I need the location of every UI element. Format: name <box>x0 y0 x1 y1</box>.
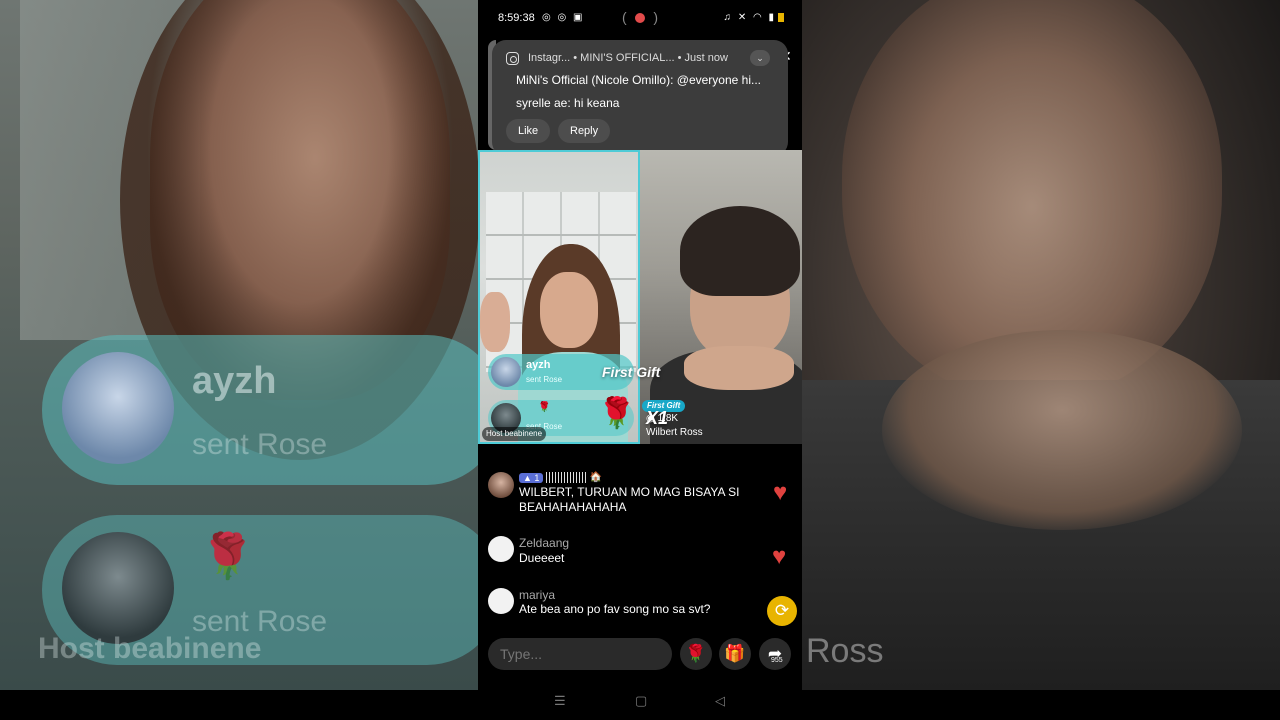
reply-button[interactable]: Reply <box>558 119 611 143</box>
heart-icon[interactable]: ♥ <box>772 543 786 571</box>
guest-hands <box>684 346 794 390</box>
recents-icon[interactable]: ☰ <box>554 693 566 709</box>
gift-action: sent Rose <box>526 375 563 384</box>
battery-icon <box>778 12 784 22</box>
record-bracket-left: ( <box>622 9 627 25</box>
chat-username: Zeldaang <box>519 536 570 550</box>
notification-time: Just now <box>684 52 728 64</box>
phone-screen: 8:59:38 ◎ ◎ ▣ ( ) ♫ ✕ ◠ ▮ ✕ Instagr... •… <box>478 0 802 720</box>
avatar[interactable] <box>488 588 514 614</box>
notification-line-1: MiNi's Official (Nicole Omillo): @everyo… <box>516 73 780 87</box>
bg-avatar <box>62 352 174 464</box>
chat-text: Dueeeet <box>519 551 565 565</box>
background-left-blur: ayzh sent Rose 🌹 sent Rose Host beabinen… <box>0 0 478 690</box>
back-icon[interactable]: ◁ <box>715 693 725 709</box>
home-icon: 🏠 <box>589 472 602 484</box>
guest-likes: ◉ 1.8K <box>646 413 679 424</box>
chat-user-badges: ▲ 1 🏠 <box>519 470 602 484</box>
chevron-down-icon[interactable]: ⌄ <box>750 50 770 66</box>
avatar[interactable] <box>488 472 514 498</box>
status-system-icons: ♫ ✕ ◠ ▮ <box>724 12 784 23</box>
chat-username: mariya <box>519 588 556 602</box>
notification-group: MINI'S OFFICIAL... <box>580 52 675 64</box>
host-face <box>540 272 598 348</box>
gift-button[interactable]: 🎁 <box>719 638 751 670</box>
notification-sender: MiNi's Official (Nicole Omillo): <box>516 73 674 87</box>
level-number: 1 <box>534 472 540 483</box>
level-badge: ▲ 1 <box>519 472 544 483</box>
screen-record-indicator[interactable]: ( ) <box>622 8 658 28</box>
share-count: 955 <box>771 657 783 664</box>
record-dot-icon <box>635 13 645 23</box>
status-time: 8:59:38 <box>498 12 535 24</box>
rose-gift-icon: 🌹 <box>598 397 636 430</box>
comment-input[interactable] <box>488 638 672 670</box>
bg-host-tag: Host <box>38 632 105 665</box>
host-name: beabinene <box>504 429 543 438</box>
status-icons-text: ♫ ✕ ◠ ▮ <box>723 12 776 23</box>
home-button-icon[interactable]: ▢ <box>635 693 647 709</box>
share-button[interactable]: ➦ <box>759 638 791 670</box>
chat-text: WILBERT, TURUAN MO MAG BISAYA SI BEAHAHA… <box>519 485 740 514</box>
heart-icon: ♥ <box>773 479 788 506</box>
guest-hair <box>680 206 800 296</box>
status-bar: 8:59:38 ◎ ◎ ▣ ( ) ♫ ✕ ◠ ▮ <box>478 0 802 38</box>
likes-count: 1.8K <box>657 413 679 424</box>
repost-icon[interactable]: ⟳ <box>767 596 797 626</box>
rose-gift-button[interactable]: 🌹 <box>680 638 712 670</box>
screen: ayzh sent Rose 🌹 sent Rose Host beabinen… <box>0 0 1280 720</box>
notification-text: @everyone hi... <box>676 73 761 87</box>
live-video-area[interactable]: ayzh sent Rose 🌹 sent Rose First Gift 🌹 … <box>478 150 802 444</box>
status-app-icons: ◎ ◎ ▣ <box>542 12 585 23</box>
first-gift-banner: First Gift <box>602 364 661 380</box>
gift-sender: ayzh <box>526 359 551 371</box>
host-hand <box>480 292 510 352</box>
bg-avatar <box>62 532 174 644</box>
notification-line-2: syrelle ae: hi keana <box>516 96 619 110</box>
bg-host-label: Host beabinene <box>38 632 261 666</box>
like-button[interactable]: Like <box>506 119 551 143</box>
rose-icon: 🌹 <box>538 402 551 413</box>
bg-guest-hands <box>882 330 1242 530</box>
host-label: Host beabinene <box>482 427 547 441</box>
instagram-icon <box>506 52 519 65</box>
instagram-notification[interactable]: Instagr... • MINI'S OFFICIAL... • Just n… <box>492 40 788 156</box>
avatar <box>491 357 521 387</box>
bg-gift-user: ayzh <box>192 360 277 402</box>
host-tag: Host <box>486 429 503 438</box>
background-right-blur: Ross <box>802 0 1280 690</box>
notification-app: Instagr... <box>528 52 571 64</box>
bg-host-name: beabinene <box>113 632 262 665</box>
guest-name: Wilbert Ross <box>646 427 703 438</box>
bg-gift-action: sent Rose <box>192 428 328 461</box>
record-bracket-right: ) <box>653 9 658 25</box>
system-nav-bar: ☰ ▢ ◁ <box>478 690 802 720</box>
notification-text: hi keana <box>574 96 620 110</box>
notification-header: Instagr... • MINI'S OFFICIAL... • Just n… <box>528 52 728 64</box>
bg-guest-name: Ross <box>806 632 884 670</box>
username-obscured <box>546 472 587 484</box>
bg-rose-icon: 🌹 <box>200 532 255 581</box>
notification-sender: syrelle ae: <box>516 96 571 110</box>
avatar[interactable] <box>488 536 514 562</box>
chat-text: Ate bea ano po fav song mo sa svt? <box>519 602 711 616</box>
